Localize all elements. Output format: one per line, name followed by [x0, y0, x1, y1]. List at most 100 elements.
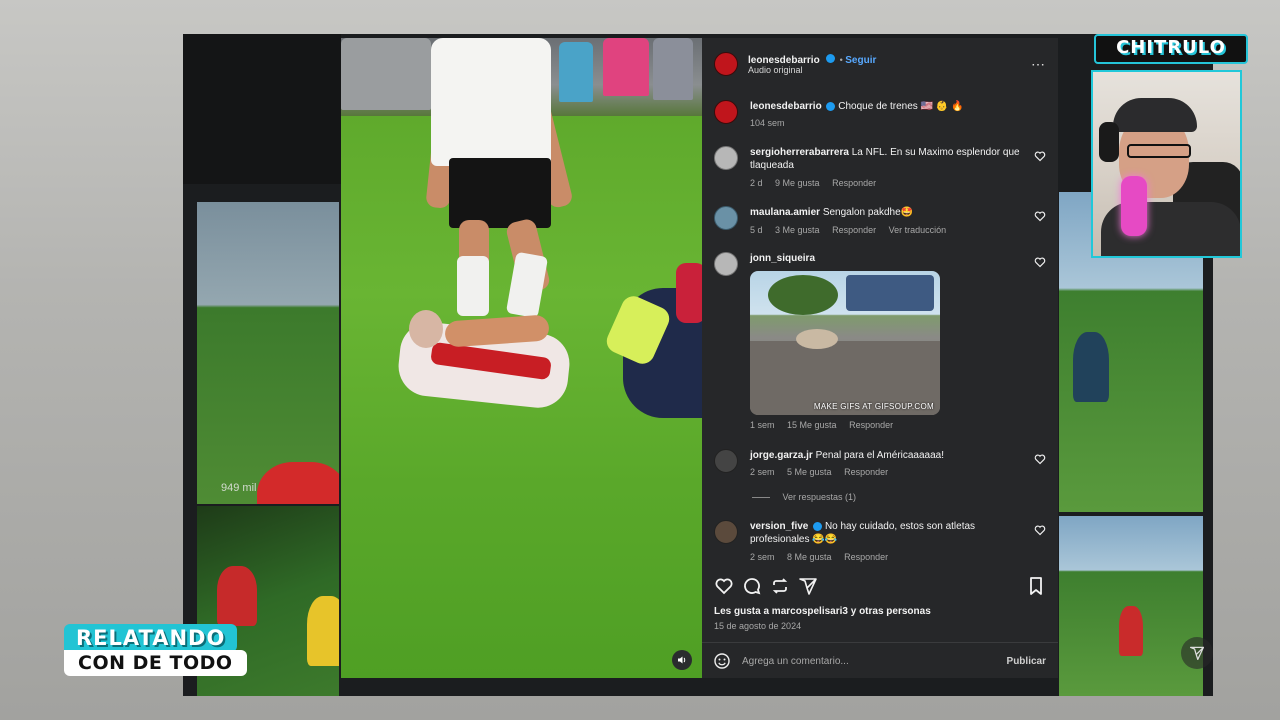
comment-meta: 2 d 9 Me gusta Responder [750, 178, 886, 188]
comment-icon[interactable] [742, 576, 762, 596]
sound-toggle-button[interactable] [672, 650, 692, 670]
comments-panel: leonesdebarrio • Seguir Audio original ⋯… [702, 38, 1058, 678]
spectator [341, 38, 431, 110]
view-replies-label[interactable]: Ver respuestas (1) [783, 492, 857, 502]
reply-button[interactable]: Responder [832, 178, 876, 188]
comment-likes[interactable]: 5 Me gusta [787, 467, 832, 477]
caption-text: leonesdebarrio Choque de trenes 🇺🇸 👶 🔥 [750, 100, 1020, 113]
verified-icon [826, 54, 836, 64]
comment-time: 2 sem [750, 467, 775, 477]
webcam-overlay [1091, 70, 1242, 258]
comment-likes[interactable]: 9 Me gusta [775, 178, 820, 188]
commenter-avatar[interactable] [714, 146, 738, 170]
commenter-avatar[interactable] [714, 206, 738, 230]
background-player [257, 462, 339, 504]
standing-player-shirt [431, 38, 551, 166]
view-replies[interactable]: Ver respuestas (1) [752, 492, 866, 502]
background-dark-strip [183, 34, 341, 184]
translate-button[interactable]: Ver traducción [889, 225, 947, 235]
views-count: 949 mil [221, 482, 257, 494]
background-tile[interactable]: 949 mil [197, 202, 339, 504]
verified-icon [813, 521, 823, 531]
commenter-avatar[interactable] [714, 520, 738, 544]
replies-line [752, 497, 770, 499]
commenter-avatar[interactable] [714, 449, 738, 473]
comment-item: version_five No hay cuidado, estos son a… [714, 520, 1046, 564]
bookmark-icon[interactable] [1026, 576, 1046, 596]
comment-meta: 2 sem 5 Me gusta Responder [750, 467, 898, 477]
comment-time: 2 sem [750, 552, 775, 562]
spectator [653, 38, 693, 100]
background-player [217, 566, 257, 626]
like-comment-icon[interactable] [1034, 524, 1046, 536]
reply-button[interactable]: Responder [844, 552, 888, 562]
reply-button[interactable]: Responder [849, 420, 893, 430]
author-avatar[interactable] [714, 100, 738, 124]
spectator [559, 42, 593, 102]
comment-likes[interactable]: 8 Me gusta [787, 552, 832, 562]
gif-sheep [796, 329, 838, 349]
repost-icon[interactable] [770, 576, 790, 596]
reply-button[interactable]: Responder [832, 225, 876, 235]
comment-item: maulana.amier Sengalon pakdhe🤩 5 d 3 Me … [714, 206, 1046, 238]
gif-building [846, 275, 934, 311]
comment-likes[interactable]: 15 Me gusta [787, 420, 837, 430]
author-avatar[interactable] [714, 52, 738, 76]
background-tile[interactable] [1059, 516, 1203, 696]
comment-input[interactable]: Agrega un comentario... [742, 656, 849, 667]
commenter-username[interactable]: jorge.garza.jr [750, 450, 813, 461]
background-player [307, 596, 339, 666]
comment-item: sergioherrerabarrera La NFL. En su Maxim… [714, 146, 1046, 190]
reply-button[interactable]: Responder [844, 467, 888, 477]
comment-text: Sengalon pakdhe🤩 [822, 207, 914, 218]
comment-text-wrap: jonn_siqueira [750, 252, 1020, 265]
comment-meta: 5 d 3 Me gusta Responder Ver traducción [750, 225, 956, 235]
comment-likes[interactable]: 3 Me gusta [775, 225, 820, 235]
reel-video[interactable] [341, 38, 702, 678]
commenter-username[interactable]: version_five [750, 521, 808, 532]
audio-link[interactable]: Audio original [748, 65, 803, 75]
comment-time: 2 d [750, 178, 763, 188]
likes-summary[interactable]: Les gusta a marcospelisari3 y otras pers… [714, 606, 931, 617]
commenter-avatar[interactable] [714, 252, 738, 276]
streamer-cap [1113, 98, 1197, 132]
caption-username[interactable]: leonesdebarrio [750, 101, 822, 112]
emoji-icon[interactable] [714, 653, 730, 669]
commenter-username[interactable]: jonn_siqueira [750, 253, 815, 264]
comment-gif[interactable]: MAKE GIFS AT GIFSOUP.COM [750, 271, 940, 415]
comment-meta: 1 sem 15 Me gusta Responder [750, 420, 903, 430]
follow-button[interactable]: Seguir [845, 55, 876, 66]
commenter-username[interactable]: maulana.amier [750, 207, 820, 218]
background-player [1073, 332, 1109, 402]
gif-tree [768, 275, 838, 315]
share-icon[interactable] [798, 576, 818, 596]
post-header: leonesdebarrio • Seguir Audio original ⋯ [714, 50, 1046, 78]
lower-third-banner: RELATANDO CON DE TODO [64, 624, 247, 676]
comment-text-wrap: sergioherrerabarrera La NFL. En su Maxim… [750, 146, 1020, 172]
heart-icon[interactable] [714, 576, 734, 596]
like-comment-icon[interactable] [1034, 256, 1046, 268]
comment-text-wrap: version_five No hay cuidado, estos son a… [750, 520, 1020, 546]
like-comment-icon[interactable] [1034, 210, 1046, 222]
lower-third-subtitle: CON DE TODO [64, 650, 247, 676]
caption-body: Choque de trenes 🇺🇸 👶 🔥 [838, 101, 964, 112]
like-comment-icon[interactable] [1034, 453, 1046, 465]
player-sock [505, 251, 549, 319]
like-comment-icon[interactable] [1034, 150, 1046, 162]
comment-text-wrap: maulana.amier Sengalon pakdhe🤩 [750, 206, 1020, 219]
fallen-player-head [409, 310, 443, 348]
background-player [1119, 606, 1143, 656]
post-caption: leonesdebarrio Choque de trenes 🇺🇸 👶 🔥 1… [714, 100, 1046, 130]
channel-logo: CHITRULO [1094, 34, 1248, 64]
commenter-username[interactable]: sergioherrerabarrera [750, 147, 849, 158]
comment-item: jorge.garza.jr Penal para el Américaaaaa… [714, 449, 1046, 502]
more-options-icon[interactable]: ⋯ [1031, 56, 1046, 73]
comment-meta: 2 sem 8 Me gusta Responder [750, 552, 898, 562]
send-icon [1189, 646, 1205, 661]
streamer-glasses [1127, 144, 1191, 158]
post-actions [714, 576, 1046, 600]
filter-button[interactable] [1181, 637, 1213, 669]
publish-button[interactable]: Publicar [1007, 656, 1046, 667]
comment-time: 5 d [750, 225, 763, 235]
headset [1099, 122, 1119, 162]
